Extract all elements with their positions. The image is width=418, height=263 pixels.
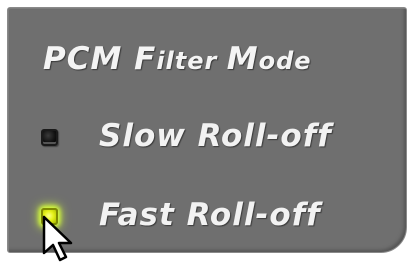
fast-roll-off-indicator-icon[interactable]: [41, 208, 58, 225]
title-part: PCM: [43, 41, 135, 77]
slow-roll-off-label[interactable]: Slow Roll-off: [99, 118, 332, 155]
slow-roll-off-indicator-icon[interactable]: [41, 129, 58, 146]
title-part: M: [226, 41, 259, 77]
title-part: F: [134, 41, 157, 77]
title-part: ilter: [156, 47, 227, 75]
slow-roll-off-option[interactable]: Slow Roll-off: [8, 115, 408, 165]
pcm-filter-mode-panel: PCM Filter Mode Slow Roll-off Fast Roll-…: [7, 7, 407, 253]
fast-roll-off-option[interactable]: Fast Roll-off: [8, 194, 408, 244]
fast-roll-off-label[interactable]: Fast Roll-off: [99, 197, 321, 234]
panel-title: PCM Filter Mode: [43, 44, 312, 75]
title-part: ode: [258, 47, 312, 75]
